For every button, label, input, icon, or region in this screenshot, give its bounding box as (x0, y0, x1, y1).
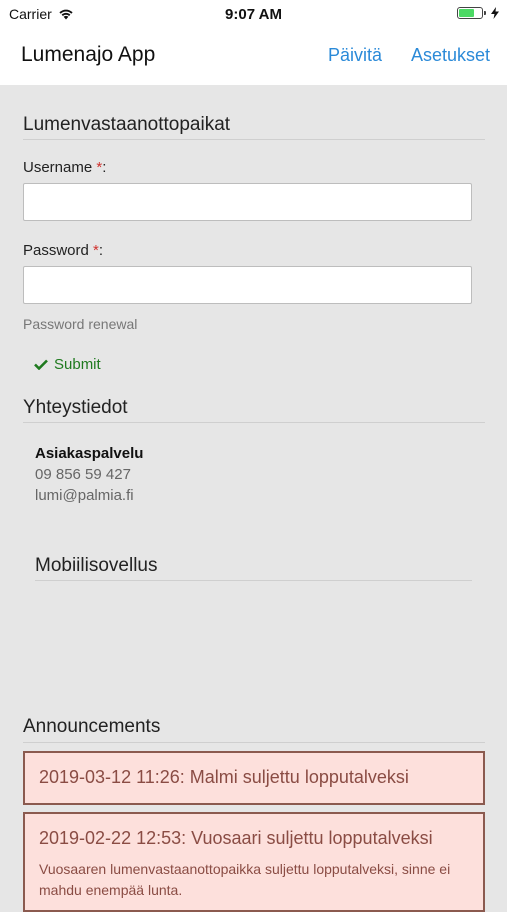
section-divider (35, 580, 472, 581)
refresh-button[interactable]: Päivitä (328, 45, 382, 66)
label-colon: : (102, 159, 107, 176)
login-section-title: Lumenvastaanottopaikat (23, 114, 231, 135)
announcements-section-title: Announcements (23, 716, 161, 737)
username-label: Username *: (23, 159, 106, 176)
settings-button[interactable]: Asetukset (411, 45, 490, 66)
announcement-card: 2019-02-22 12:53: Vuosaari suljettu lopp… (23, 812, 485, 912)
password-renewal-link[interactable]: Password renewal (23, 316, 137, 332)
section-divider (23, 422, 485, 423)
app-title: Lumenajo App (21, 43, 156, 66)
section-divider (23, 139, 485, 140)
contact-phone: 09 856 59 427 (35, 466, 131, 483)
announcement-body: Vuosaaren lumenvastaanottopaikka suljett… (39, 861, 451, 898)
announcement-card: 2019-03-12 11:26: Malmi suljettu lopputa… (23, 751, 485, 805)
charging-bolt-icon (491, 7, 499, 19)
announcement-heading: 2019-03-12 11:26: Malmi suljettu lopputa… (39, 767, 409, 787)
battery-fill (459, 9, 474, 17)
battery-icon (457, 7, 486, 19)
mobile-section-title: Mobiilisovellus (35, 555, 158, 576)
password-input[interactable] (23, 266, 472, 304)
submit-label: Submit (54, 356, 101, 373)
password-label: Password *: (23, 242, 103, 259)
submit-button[interactable]: Submit (34, 356, 101, 373)
status-time: 9:07 AM (225, 6, 282, 23)
checkmark-icon (34, 359, 48, 370)
announcement-heading: 2019-02-22 12:53: Vuosaari suljettu lopp… (39, 828, 433, 848)
section-divider (23, 742, 485, 743)
username-input[interactable] (23, 183, 472, 221)
label-colon: : (98, 242, 104, 259)
contact-section-title: Yhteystiedot (23, 397, 128, 418)
contact-name: Asiakaspalvelu (35, 445, 144, 462)
contact-email: lumi@palmia.fi (35, 487, 134, 504)
username-label-text: Username (23, 159, 93, 176)
battery-indicator (457, 7, 499, 19)
navigation-bar: Lumenajo App Päivitä Asetukset (0, 28, 507, 85)
status-bar: Carrier 9:07 AM (0, 0, 507, 28)
main-content: Lumenvastaanottopaikat Username *: Passw… (0, 85, 507, 912)
password-label-text: Password (23, 242, 89, 259)
